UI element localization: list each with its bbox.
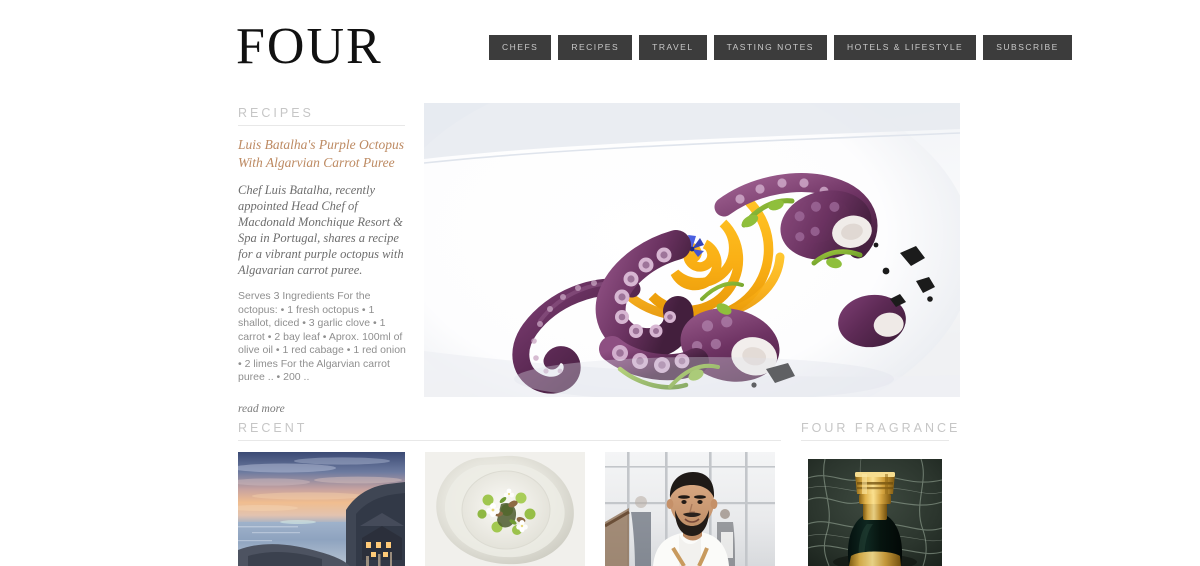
nav-item-chefs[interactable]: CHEFS [489, 35, 552, 60]
octopus-dish-illustration [424, 103, 960, 397]
section-divider-recipes [238, 125, 405, 126]
section-heading-recipes: RECIPES [238, 106, 314, 120]
nav-item-travel[interactable]: TRAVEL [639, 35, 707, 60]
feature-article-title[interactable]: Luis Batalha's Purple Octopus With Algar… [238, 136, 406, 172]
chef-portrait-illustration [605, 452, 775, 566]
section-divider-four-fragrance [801, 440, 949, 441]
page-root: FOUR CHEFS RECIPES TRAVEL TASTING NOTES … [0, 0, 1200, 566]
section-divider-recent [238, 440, 781, 441]
nav-item-tasting-notes[interactable]: TASTING NOTES [713, 35, 827, 60]
feature-article-standfirst: Chef Luis Batalha, recently appointed He… [238, 183, 404, 277]
feature-article: Luis Batalha's Purple Octopus With Algar… [238, 136, 406, 417]
thumbnail-chef-portrait[interactable] [605, 452, 775, 566]
feature-hero-image[interactable] [424, 103, 960, 397]
thumbnail-plated-dish[interactable] [425, 452, 585, 566]
section-heading-recent: RECENT [238, 421, 308, 435]
coastal-sunset-illustration [238, 452, 405, 566]
plated-dish-illustration [425, 452, 585, 566]
nav-item-recipes[interactable]: RECIPES [558, 35, 633, 60]
fragrance-bottle-illustration [801, 452, 949, 566]
feature-article-excerpt: Serves 3 Ingredients For the octopus: • … [238, 290, 406, 383]
site-header: FOUR CHEFS RECIPES TRAVEL TASTING NOTES … [0, 0, 1200, 96]
thumbnail-coastal-sunset[interactable] [238, 452, 405, 566]
thumbnail-fragrance-bottle[interactable] [801, 452, 949, 566]
nav-item-subscribe[interactable]: SUBSCRIBE [983, 35, 1072, 60]
site-logo[interactable]: FOUR [236, 21, 383, 73]
main-navigation: CHEFS RECIPES TRAVEL TASTING NOTES HOTEL… [489, 35, 1072, 60]
nav-item-hotels-lifestyle[interactable]: HOTELS & LIFESTYLE [833, 35, 977, 60]
read-more-link[interactable]: read more [238, 403, 285, 415]
section-heading-four-fragrance: FOUR FRAGRANCE [801, 421, 961, 435]
